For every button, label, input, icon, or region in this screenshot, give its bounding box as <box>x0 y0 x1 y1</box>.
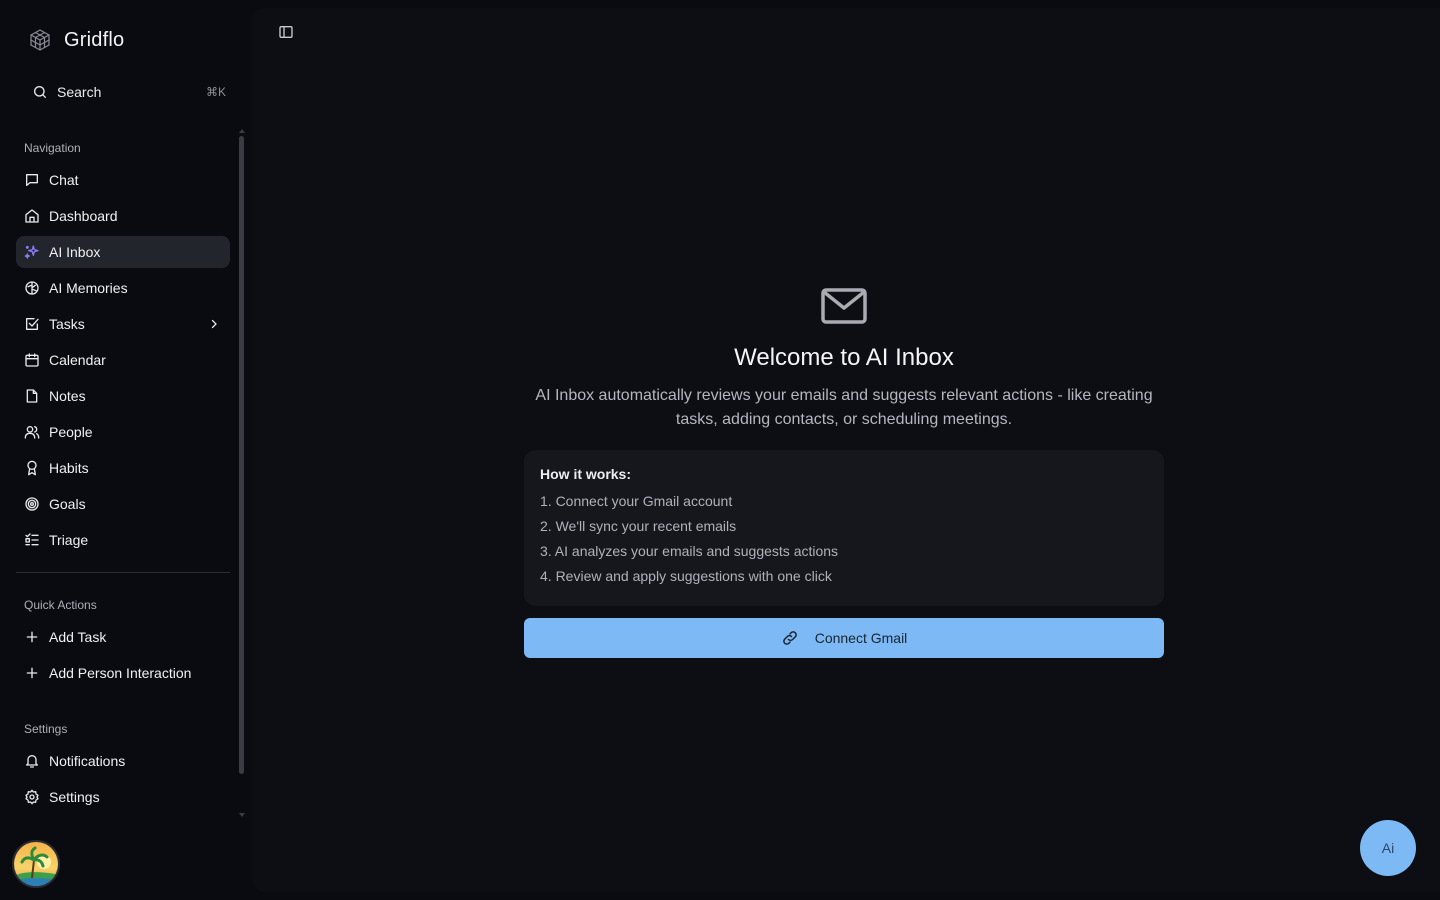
brain-icon <box>24 280 40 296</box>
welcome-description: AI Inbox automatically reviews your emai… <box>535 387 1153 428</box>
bell-icon <box>24 753 40 769</box>
sidebar-item-label: Goals <box>49 496 86 512</box>
search-icon <box>32 84 48 100</box>
note-icon <box>24 388 40 404</box>
sidebar-item-label: Notes <box>49 388 86 404</box>
scroll-up-arrow-icon[interactable] <box>239 128 245 134</box>
scrollbar-thumb[interactable] <box>239 136 244 774</box>
plus-icon <box>24 629 40 645</box>
brand-name: Gridflo <box>64 28 125 51</box>
how-it-works-list: 1. Connect your Gmail account 2. We'll s… <box>540 492 1148 592</box>
list-item: 2. We'll sync your recent emails <box>540 518 737 534</box>
sidebar-item-goals[interactable]: Goals <box>16 488 230 520</box>
section-settings: Settings <box>24 722 68 736</box>
home-icon <box>24 208 40 224</box>
user-avatar[interactable] <box>12 840 60 888</box>
sidebar-item-notifications[interactable]: Notifications <box>16 745 230 777</box>
checkbox-icon <box>24 316 40 332</box>
quick-action-label: Add Task <box>49 629 107 645</box>
cube-logo-icon <box>28 28 52 52</box>
sidebar-item-people[interactable]: People <box>16 416 230 448</box>
sidebar-item-label: Notifications <box>49 753 126 769</box>
sidebar-item-triage[interactable]: Triage <box>16 524 230 556</box>
brand[interactable]: Gridflo <box>28 26 124 54</box>
chevron-right-icon[interactable] <box>208 318 220 330</box>
sidebar-item-dashboard[interactable]: Dashboard <box>16 200 230 232</box>
how-it-works-card: How it works: 1. Connect your Gmail acco… <box>524 450 1164 606</box>
list-item: 4. Review and apply suggestions with one… <box>540 568 832 584</box>
section-navigation: Navigation <box>24 141 81 155</box>
page-title: Welcome to AI Inbox <box>734 344 954 371</box>
welcome-section: Welcome to AI Inbox AI Inbox automatical… <box>524 280 1164 658</box>
mail-icon <box>820 282 868 330</box>
how-it-works-title: How it works: <box>540 466 632 482</box>
search-shortcut: ⌘K <box>205 85 226 99</box>
sidebar-item-label: Habits <box>49 460 89 476</box>
chat-bubble-icon <box>24 172 40 188</box>
award-icon <box>24 460 40 476</box>
sidebar-divider <box>16 572 230 573</box>
sidebar-scrollbar[interactable] <box>238 128 246 820</box>
sidebar-item-habits[interactable]: Habits <box>16 452 230 484</box>
list-item: 1. Connect your Gmail account <box>540 493 733 509</box>
sidebar-item-ai-inbox[interactable]: AI Inbox <box>16 236 230 268</box>
search-button[interactable]: Search ⌘K <box>24 78 230 106</box>
sidebar-toggle-icon[interactable] <box>278 24 294 40</box>
ai-assistant-button[interactable]: Ai <box>1360 820 1416 876</box>
sidebar-item-settings[interactable]: Settings <box>16 781 230 813</box>
sidebar-item-label: Settings <box>49 789 100 805</box>
sidebar-item-label: AI Inbox <box>49 244 101 260</box>
sidebar-item-notes[interactable]: Notes <box>16 380 230 412</box>
sidebar-item-label: Chat <box>49 172 79 188</box>
list-checks-icon <box>24 532 40 548</box>
quick-action-add-person-interaction[interactable]: Add Person Interaction <box>16 657 230 689</box>
sidebar: Gridflo Search ⌘K Navigation Chat Dashbo… <box>0 0 248 900</box>
sidebar-item-label: People <box>49 424 93 440</box>
target-icon <box>24 496 40 512</box>
quick-action-add-task[interactable]: Add Task <box>16 621 230 653</box>
sparkles-icon <box>24 244 40 260</box>
sidebar-item-ai-memories[interactable]: AI Memories <box>16 272 230 304</box>
sidebar-item-label: Triage <box>49 532 89 548</box>
link-icon <box>781 629 799 647</box>
quick-action-label: Add Person Interaction <box>49 665 192 681</box>
ai-assistant-label: Ai <box>1381 840 1395 856</box>
connect-gmail-label: Connect Gmail <box>814 630 908 646</box>
sidebar-item-label: AI Memories <box>49 280 128 296</box>
gear-icon <box>24 789 40 805</box>
plus-icon <box>24 665 40 681</box>
sidebar-item-tasks[interactable]: Tasks <box>16 308 230 340</box>
calendar-icon <box>24 352 40 368</box>
search-label: Search <box>57 84 102 100</box>
people-icon <box>24 424 40 440</box>
scroll-down-arrow-icon[interactable] <box>239 812 245 818</box>
sidebar-item-calendar[interactable]: Calendar <box>16 344 230 376</box>
list-item: 3. AI analyzes your emails and suggests … <box>540 543 839 559</box>
sidebar-item-label: Calendar <box>49 352 106 368</box>
section-quick-actions: Quick Actions <box>24 598 97 612</box>
connect-gmail-button[interactable]: Connect Gmail <box>524 618 1164 658</box>
sidebar-item-chat[interactable]: Chat <box>16 164 230 196</box>
app-root: Gridflo Search ⌘K Navigation Chat Dashbo… <box>0 0 1440 900</box>
sidebar-item-label: Dashboard <box>49 208 118 224</box>
sidebar-item-label: Tasks <box>49 316 85 332</box>
